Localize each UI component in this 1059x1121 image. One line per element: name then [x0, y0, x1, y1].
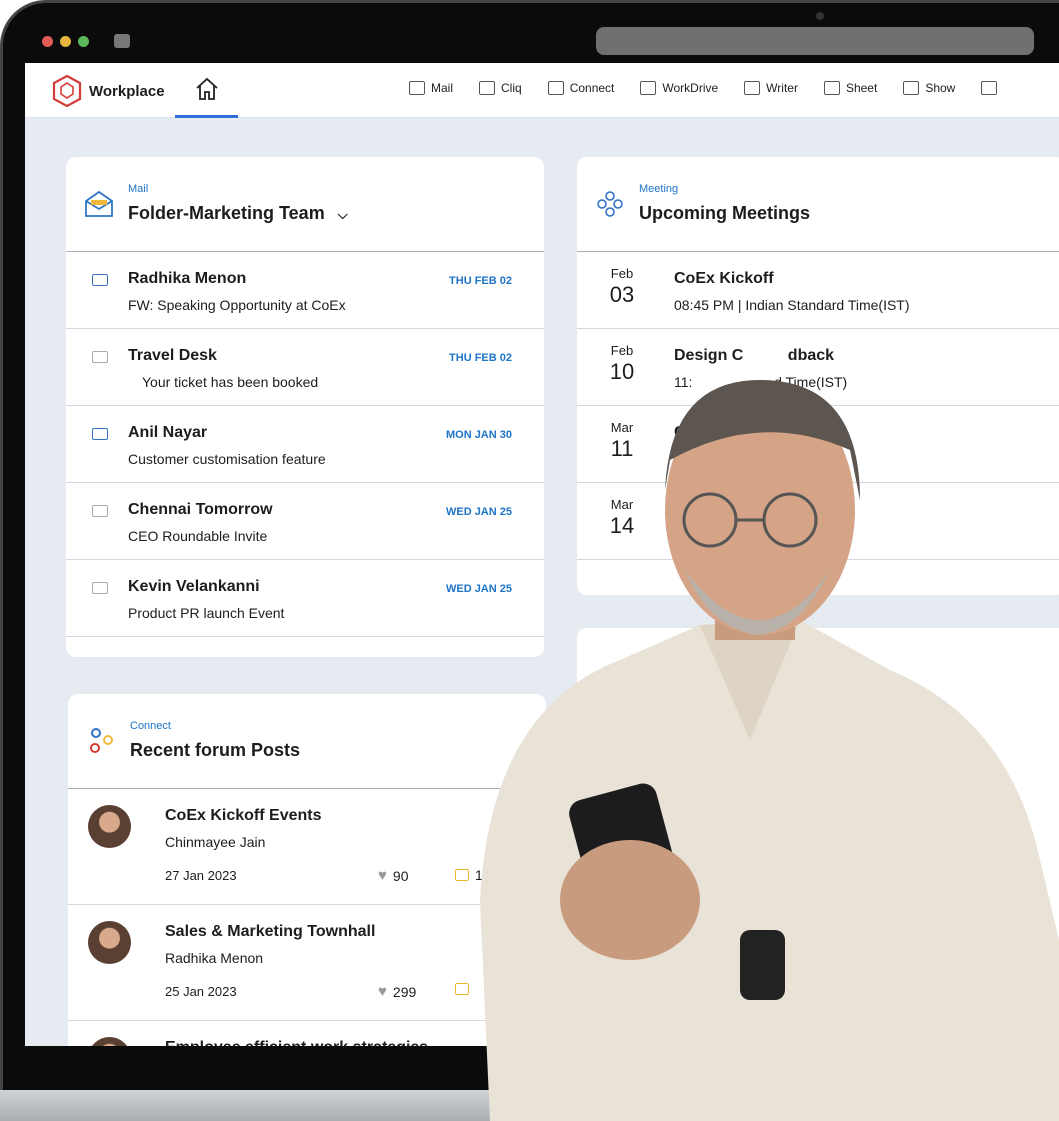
mail-subject: Your ticket has been booked	[142, 374, 319, 390]
mail-icon	[409, 81, 425, 95]
presentation-icon	[903, 81, 920, 95]
nav-label: Cliq	[501, 81, 522, 95]
nav-show[interactable]: Show	[903, 81, 955, 95]
nav-sheet[interactable]: Sheet	[823, 81, 878, 95]
connect-icon	[90, 728, 113, 753]
heart-icon: ♥	[378, 867, 387, 884]
envelope-icon	[92, 351, 108, 363]
mail-card-header: Mail Folder-Marketing Team ⌵	[66, 157, 544, 252]
folder-icon	[640, 81, 657, 95]
meeting-month: Feb	[610, 266, 634, 281]
nav-label: WorkDrive	[662, 81, 719, 95]
mail-date: THU FEB 02	[449, 275, 512, 287]
nav-more[interactable]	[981, 81, 998, 95]
nav-label: Writer	[766, 81, 798, 95]
nav-label: Show	[925, 81, 956, 95]
comment-icon	[455, 983, 469, 995]
brand-logo[interactable]: Workplace	[51, 74, 165, 108]
heart-icon: ♥	[378, 983, 387, 1000]
mail-sender: Travel Desk	[128, 347, 217, 364]
meeting-item[interactable]: Feb 03 CoEx Kickoff 08:45 PM | Indian Stand…	[577, 252, 1059, 329]
envelope-icon	[92, 505, 108, 517]
post-author: Chinmayee Jain	[165, 834, 266, 850]
nav-label: Connect	[569, 81, 615, 95]
mail-sender: Anil Nayar	[128, 424, 208, 441]
mail-sender: Radhika Menon	[128, 270, 247, 287]
post-date: 25 Jan 2023	[165, 984, 237, 999]
chat-icon	[479, 81, 496, 95]
likes[interactable]: ♥ 299	[378, 983, 416, 1000]
app-header: Workplace Mail Cliq Connect WorkDrive Wr…	[25, 63, 1059, 118]
mail-subject: Customer customisation feature	[128, 451, 326, 467]
like-count: 90	[392, 867, 409, 884]
likes[interactable]: ♥ 90	[378, 867, 408, 884]
man-with-phone-photo	[480, 380, 1059, 1121]
envelope-icon	[92, 274, 108, 286]
app-nav: Mail Cliq Connect WorkDrive Writer Sheet…	[409, 81, 1023, 95]
card-title: Upcoming Meetings	[639, 203, 811, 223]
nav-writer[interactable]: Writer	[744, 81, 798, 95]
home-tab[interactable]	[175, 63, 238, 118]
mail-sender: Kevin Velankanni	[128, 578, 260, 595]
envelope-icon	[92, 582, 108, 594]
post-title: Employee efficient work strategies	[165, 1039, 428, 1046]
card-title: Recent forum Posts	[130, 740, 301, 760]
avatar	[88, 921, 131, 964]
meeting-title: CoEx Kickoff	[674, 270, 774, 287]
home-icon	[195, 77, 218, 100]
mail-sender: Chennai Tomorrow	[128, 501, 273, 518]
nav-mail[interactable]: Mail	[409, 81, 453, 95]
chevron-down-icon: ⌵	[337, 207, 348, 222]
brand-name: Workplace	[89, 82, 165, 100]
card-category: Mail	[128, 183, 149, 195]
avatar	[88, 805, 131, 848]
nav-cliq[interactable]: Cliq	[479, 81, 522, 95]
avatar	[88, 1037, 131, 1046]
like-count: 299	[392, 983, 417, 1000]
nav-label: Sheet	[845, 81, 878, 95]
mail-subject: CEO Roundable Invite	[128, 528, 268, 544]
folder-dropdown[interactable]: Folder-Marketing Team ⌵	[128, 203, 348, 224]
meeting-time: 08:45 PM | Indian Standard Time(IST)	[674, 297, 910, 313]
mail-subject: FW: Speaking Opportunity at CoEx	[128, 297, 346, 313]
address-bar[interactable]	[596, 27, 1034, 55]
post-author: Radhika Menon	[165, 950, 264, 966]
connect-icon	[547, 81, 564, 95]
post-date: 27 Jan 2023	[165, 868, 237, 883]
nav-workdrive[interactable]: WorkDrive	[640, 81, 718, 95]
workplace-logo-icon	[52, 74, 82, 108]
meeting-day: 03	[609, 282, 635, 307]
spreadsheet-icon	[823, 81, 840, 95]
nav-connect[interactable]: Connect	[547, 81, 615, 95]
mail-subject: Product PR launch Event	[128, 605, 285, 621]
card-category: Connect	[130, 720, 171, 732]
post-title: Sales & Marketing Townhall	[165, 923, 376, 940]
card-title: Folder-Marketing Team	[128, 203, 325, 223]
nav-label: Mail	[431, 81, 454, 95]
card-category: Meeting	[639, 183, 679, 195]
meeting-icon	[597, 191, 623, 217]
window-controls[interactable]	[42, 36, 89, 47]
folder-icon	[981, 81, 998, 95]
camera	[816, 12, 824, 20]
comment-icon	[455, 869, 469, 881]
envelope-icon	[92, 428, 108, 440]
mail-item[interactable]: Radhika Menon FW: Speaking Opportunity at…	[66, 252, 544, 329]
tab-icon	[114, 34, 130, 48]
document-icon	[744, 81, 761, 95]
meetings-card-header: Meeting Upcoming Meetings	[577, 157, 1059, 252]
mail-folder-icon	[85, 190, 113, 217]
post-title: CoEx Kickoff Events	[165, 807, 322, 824]
